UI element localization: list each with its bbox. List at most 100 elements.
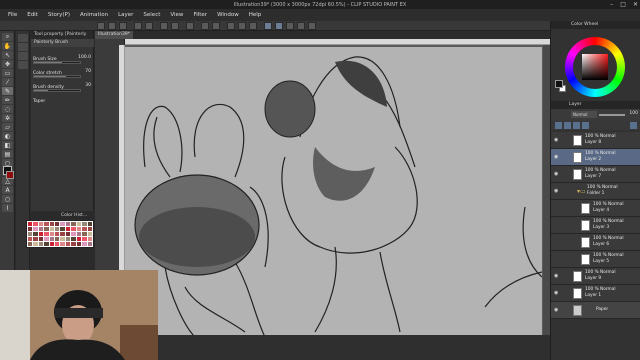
color-swatch[interactable] [49,227,55,231]
color-swatch[interactable] [87,237,92,241]
eyedropper-icon[interactable]: ⁄ [2,78,13,86]
crop-icon[interactable] [212,22,220,30]
new-icon[interactable] [97,22,105,30]
minimize-icon[interactable]: – [610,1,613,8]
airbrush-icon[interactable]: ◌ [2,105,13,113]
color-stretch-value[interactable]: 70 [85,69,91,74]
menu-animation[interactable]: Animation [80,12,108,18]
layer-row[interactable]: 100 % Normal Layer 5 [551,251,640,268]
color-swatch[interactable] [49,232,55,236]
subtool-item[interactable] [18,61,28,69]
color-swatch[interactable] [44,227,49,231]
color-swatch[interactable] [55,227,60,231]
color-history-grid[interactable] [26,220,94,248]
snap-ruler-icon[interactable] [227,22,235,30]
stroke-icon-3[interactable] [286,22,294,30]
redo-icon[interactable] [145,22,153,30]
new-folder-icon[interactable] [564,122,571,129]
menu-help[interactable]: Help [249,12,262,18]
deselect-icon[interactable] [201,22,209,30]
clear-icon[interactable] [160,22,168,30]
color-swatch[interactable] [38,222,44,226]
menu-layer[interactable]: Layer [118,12,133,18]
blend-mode-select[interactable]: Normal [571,111,597,118]
correct-line-icon[interactable]: ⌇ [2,204,13,212]
color-swatch[interactable] [82,222,87,226]
text-icon[interactable]: A [2,186,13,194]
color-swatch[interactable] [33,237,38,241]
opacity-slider[interactable] [599,114,625,116]
color-swatch[interactable] [76,222,82,226]
brush-size-value[interactable]: 100.0 [78,55,91,60]
color-swatch[interactable] [33,232,38,236]
color-swatch[interactable] [82,232,87,236]
color-swatch[interactable] [38,242,44,246]
color-swatch[interactable] [76,237,82,241]
brush-size-slider[interactable] [33,61,81,64]
color-swatch[interactable] [60,237,65,241]
color-swatch[interactable] [65,232,71,236]
color-swatch[interactable] [87,242,92,246]
selection-icon[interactable]: ▭ [2,69,13,77]
stroke-icon-2[interactable] [275,22,283,30]
color-swatch[interactable] [87,222,92,226]
menu-window[interactable]: Window [217,12,239,18]
menu-select[interactable]: Select [143,12,160,18]
color-swatch[interactable] [60,222,65,226]
eye-icon[interactable]: ◉ [554,307,560,313]
brush-icon[interactable]: ✎ [2,87,13,95]
color-swatch[interactable] [38,227,44,231]
eye-icon[interactable]: ◉ [554,171,560,177]
menu-story[interactable]: Story(P) [48,12,70,18]
color-swatch[interactable] [33,242,38,246]
transform-icon[interactable] [186,22,194,30]
tool-property-tab[interactable]: Painterly Brush [31,39,94,47]
color-swatch[interactable] [33,222,38,226]
color-swatch[interactable] [71,242,76,246]
blend-icon[interactable]: ◐ [2,132,13,140]
delete-layer-icon[interactable] [630,122,637,129]
stroke-icon[interactable] [264,22,272,30]
color-swatch[interactable] [28,227,33,231]
color-stretch-slider[interactable] [33,75,81,78]
lock-icon[interactable] [582,122,589,129]
color-swatch[interactable] [65,222,71,226]
close-icon[interactable]: ✕ [633,1,638,8]
fill-icon[interactable] [171,22,179,30]
maximize-icon[interactable]: □ [620,1,626,8]
menu-filter[interactable]: Filter [193,12,207,18]
color-swatch[interactable] [82,242,87,246]
eraser-icon[interactable]: ▱ [2,123,13,131]
folder-row[interactable]: ◉ ▾▭ 100 % Normal Folder 1 [551,183,640,200]
color-swatch[interactable] [60,232,65,236]
brush-density-value[interactable]: 30 [85,83,91,88]
color-swatch[interactable] [65,227,71,231]
eye-icon[interactable]: ◉ [554,137,560,143]
canvas-tab[interactable]: Illustration39* [95,31,133,39]
pencil-icon[interactable]: ✏ [2,96,13,104]
color-swatch[interactable] [76,242,82,246]
color-swatch[interactable] [55,232,60,236]
color-swatch[interactable] [65,237,71,241]
fill-tool-icon[interactable]: ◧ [2,141,13,149]
color-swatch[interactable] [38,237,44,241]
color-swatch[interactable] [28,242,33,246]
subtool-item[interactable] [18,43,28,51]
subtool-item[interactable] [18,34,28,42]
undo-icon[interactable] [134,22,142,30]
zoom-icon[interactable]: ⌕ [2,33,13,41]
vertical-scrollbar[interactable] [543,45,550,335]
color-swatch[interactable] [82,237,87,241]
layer-row[interactable]: ◉ 100 % Normal Layer 1 [551,285,640,302]
color-swatch[interactable] [55,222,60,226]
balloon-icon[interactable]: ○ [2,195,13,203]
menu-edit[interactable]: Edit [27,12,38,18]
color-swatch[interactable] [33,227,38,231]
operation-icon[interactable]: ↖ [2,51,13,59]
color-swatch[interactable] [55,242,60,246]
open-icon[interactable] [108,22,116,30]
stroke-icon-4[interactable] [297,22,305,30]
eye-icon[interactable]: ◉ [554,273,560,279]
layer-row[interactable]: ◉ 100 % Normal Layer 7 [551,166,640,183]
layer-row[interactable]: 100 % Normal Layer 6 [551,234,640,251]
